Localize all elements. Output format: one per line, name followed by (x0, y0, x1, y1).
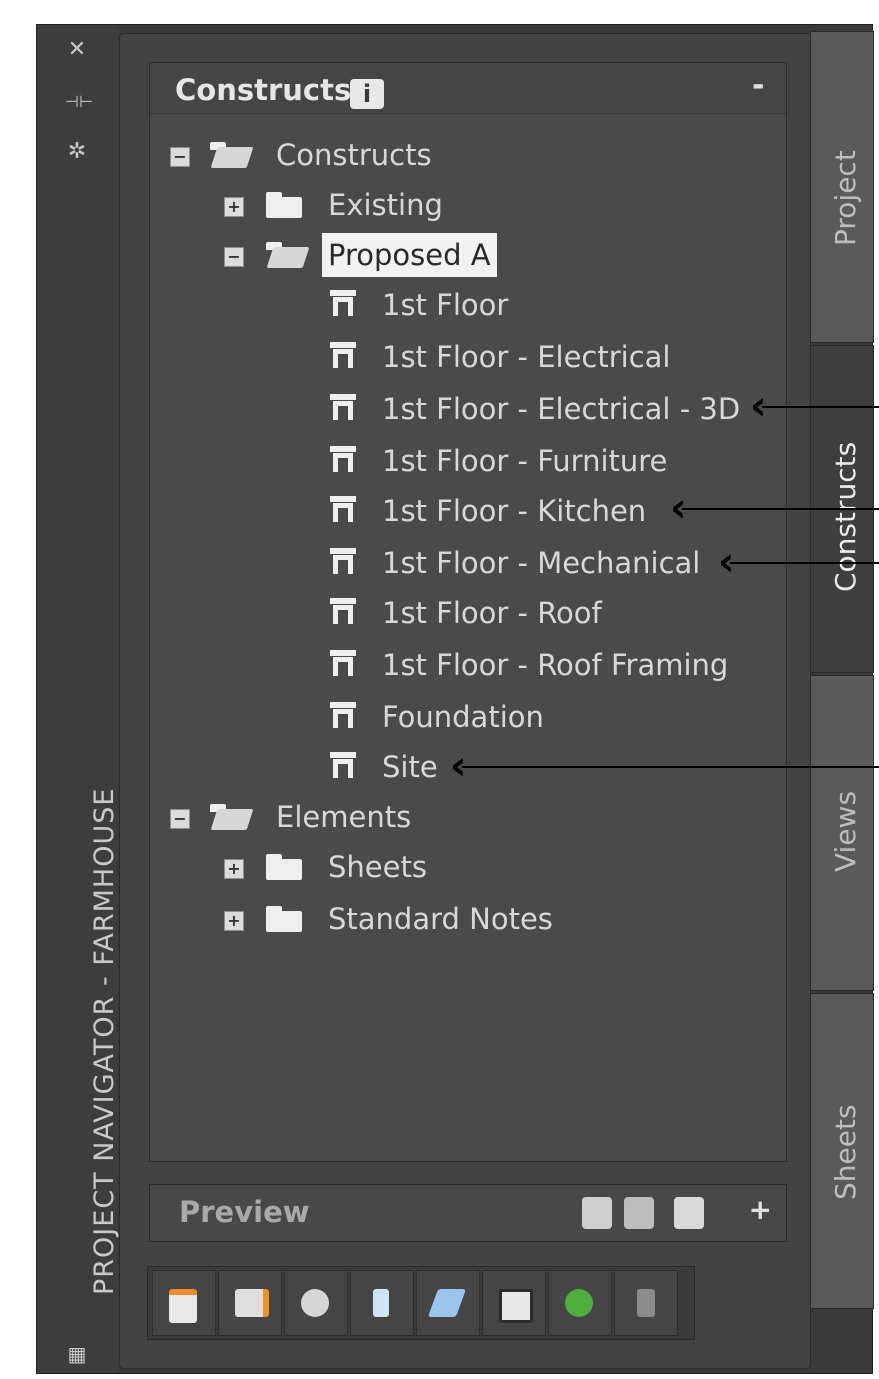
refresh-icon[interactable] (548, 1270, 612, 1336)
main-panel: Constructs i - − Constructs + Existing −… (119, 33, 811, 1369)
constructs-tree-box: Constructs i - − Constructs + Existing −… (149, 62, 787, 1162)
tree-node-constructs[interactable]: − Constructs (150, 133, 750, 177)
construct-icon (330, 598, 356, 626)
repath-button[interactable] (614, 1270, 678, 1336)
autohide-icon[interactable]: ⊣⊢ (65, 91, 93, 113)
tree-node-proposed-a[interactable]: − Proposed A (150, 233, 750, 277)
preview-bar: Preview + (149, 1184, 787, 1242)
construct-item[interactable]: 1st Floor - Roof (150, 591, 780, 635)
construct-icon (330, 446, 356, 474)
tree-node-sheets[interactable]: + Sheets (150, 845, 750, 889)
construct-item[interactable]: 1st Floor - Furniture (150, 439, 780, 483)
expand-icon[interactable]: + (224, 197, 244, 217)
open-folder-icon (210, 802, 254, 830)
preview-small-icon[interactable] (674, 1197, 704, 1229)
construct-label: 1st Floor - Mechanical (382, 546, 701, 580)
close-icon[interactable]: ✕ (65, 39, 89, 61)
collapse-icon[interactable]: − (224, 247, 244, 267)
tree-node-label: Standard Notes (328, 902, 553, 936)
construct-label: Site (382, 750, 438, 784)
construct-icon (330, 496, 356, 524)
construct-icon (330, 290, 356, 318)
annotation-arrow (762, 406, 879, 408)
layout-button[interactable] (482, 1270, 546, 1336)
new-construct-button[interactable] (218, 1270, 282, 1336)
tree-node-label: Constructs (276, 138, 432, 172)
bottom-toolbar (147, 1266, 695, 1340)
annotation-arrow (730, 562, 879, 564)
preview-expand-button[interactable]: + (749, 1193, 772, 1226)
expand-icon[interactable]: + (224, 859, 244, 879)
folder-icon (266, 904, 302, 932)
tree-node-standard-notes[interactable]: + Standard Notes (150, 897, 750, 941)
construct-item[interactable]: 1st Floor - Electrical - 3D (150, 387, 780, 431)
collapse-button[interactable]: - (752, 71, 772, 101)
construct-label: 1st Floor (382, 288, 509, 322)
construct-icon (330, 394, 356, 422)
constructs-header: Constructs i - (150, 63, 786, 114)
folder-icon (266, 190, 302, 218)
tree-node-label-selected: Proposed A (322, 233, 497, 277)
preview-image-icon[interactable] (582, 1197, 612, 1229)
palette-title: PROJECT NAVIGATOR - FARMHOUSE (89, 787, 120, 1295)
tree-node-existing[interactable]: + Existing (150, 183, 750, 227)
info-icon[interactable]: i (350, 79, 384, 109)
construct-icon (330, 342, 356, 370)
tab-views[interactable]: Views (810, 675, 874, 991)
construct-item[interactable]: 1st Floor - Mechanical (150, 541, 780, 585)
construct-item[interactable]: 1st Floor - Roof Framing (150, 643, 780, 687)
expand-icon[interactable]: + (224, 911, 244, 931)
select-tool-button[interactable] (416, 1270, 480, 1336)
construct-icon (330, 752, 356, 780)
construct-icon (330, 650, 356, 678)
tab-label: Sheets (829, 1104, 862, 1200)
annotation-arrow (462, 766, 879, 768)
construct-label: 1st Floor - Roof (382, 596, 602, 630)
construct-label: 1st Floor - Kitchen (382, 494, 647, 528)
construct-label: 1st Floor - Electrical (382, 340, 671, 374)
palette-menu-icon[interactable]: ▦ (65, 1343, 89, 1365)
open-folder-icon (210, 140, 254, 168)
construct-item[interactable]: Foundation (150, 695, 780, 739)
panel-title: Constructs (175, 73, 352, 107)
add-element-button[interactable] (284, 1270, 348, 1336)
gear-icon[interactable]: ✲ (65, 141, 89, 163)
tree-node-label: Sheets (328, 850, 427, 884)
construct-item[interactable]: 1st Floor (150, 283, 780, 327)
tree-node-label: Existing (328, 188, 443, 222)
construct-icon (330, 548, 356, 576)
construct-label: 1st Floor - Furniture (382, 444, 668, 478)
tab-label: Constructs (829, 441, 862, 592)
new-view-button[interactable] (350, 1270, 414, 1336)
collapse-icon[interactable]: − (170, 147, 190, 167)
palette-title-strip: ✕ ⊣⊢ ✲ PROJECT NAVIGATOR - FARMHOUSE ▦ (37, 25, 120, 1373)
construct-label: 1st Floor - Electrical - 3D (382, 392, 741, 426)
tab-label: Views (829, 790, 862, 872)
tab-project[interactable]: Project (810, 31, 874, 343)
add-construct-button[interactable] (152, 1270, 216, 1336)
construct-label: Foundation (382, 700, 544, 734)
tab-sheets[interactable]: Sheets (810, 993, 874, 1309)
tree-node-label: Elements (276, 800, 412, 834)
folder-icon (266, 852, 302, 880)
construct-item[interactable]: 1st Floor - Electrical (150, 335, 780, 379)
construct-label: 1st Floor - Roof Framing (382, 648, 729, 682)
project-navigator-palette: ✕ ⊣⊢ ✲ PROJECT NAVIGATOR - FARMHOUSE ▦ C… (36, 24, 874, 1374)
tree-node-elements[interactable]: − Elements (150, 795, 750, 839)
open-folder-icon (266, 240, 310, 268)
preview-large-icon[interactable] (624, 1197, 654, 1229)
preview-label: Preview (179, 1195, 310, 1229)
tab-label: Project (829, 150, 862, 246)
construct-icon (330, 702, 356, 730)
collapse-icon[interactable]: − (170, 809, 190, 829)
annotation-arrow (682, 508, 879, 510)
